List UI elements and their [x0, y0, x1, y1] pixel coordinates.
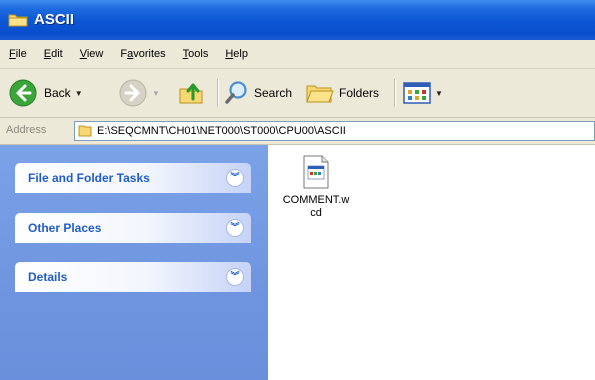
folder-icon — [8, 14, 28, 27]
search-button[interactable]: Search — [224, 80, 292, 106]
back-label: Back — [44, 86, 71, 100]
views-button[interactable]: ▼ — [403, 81, 443, 105]
panel-title: Details — [28, 270, 68, 284]
menu-tools[interactable]: Tools — [174, 48, 217, 60]
toolbar-separator — [217, 79, 219, 107]
toolbar: Back ▼ ▼ Search Folders ▼ — [0, 69, 595, 118]
menu-file[interactable]: File — [0, 48, 35, 60]
address-field[interactable]: E:\SEQCMNT\CH01\NET000\ST000\CPU00\ASCII — [74, 121, 595, 141]
folder-icon — [78, 125, 92, 137]
menu-view[interactable]: View — [71, 48, 112, 60]
forward-button[interactable]: ▼ — [118, 78, 160, 108]
panel-title: Other Places — [28, 221, 102, 235]
menu-favorites[interactable]: Favorites — [111, 48, 173, 60]
chevron-down-icon[interactable]: ︾ — [226, 219, 244, 237]
views-icon — [403, 82, 431, 104]
task-pane: File and Folder Tasks ︾ Other Places ︾ D… — [0, 145, 268, 380]
menu-help[interactable]: Help — [216, 48, 256, 60]
views-dropdown-icon[interactable]: ▼ — [435, 89, 443, 98]
forward-arrow-icon — [119, 79, 147, 107]
search-icon — [225, 81, 247, 104]
chevron-down-icon[interactable]: ︾ — [226, 169, 244, 187]
panel-other-places[interactable]: Other Places ︾ — [15, 213, 251, 243]
file-name: COMMENT.wcd — [282, 194, 350, 219]
title-bar[interactable]: ASCII — [0, 0, 595, 40]
search-label: Search — [254, 86, 293, 100]
folders-label: Folders — [339, 86, 380, 100]
toolbar-separator — [394, 79, 396, 107]
menu-edit[interactable]: Edit — [35, 48, 71, 60]
address-bar: Address E:\SEQCMNT\CH01\NET000\ST000\CPU… — [0, 118, 595, 145]
folders-button[interactable]: Folders — [305, 80, 379, 106]
window-title: ASCII — [34, 11, 75, 28]
panel-title: File and Folder Tasks — [28, 171, 150, 185]
panel-details[interactable]: Details ︾ — [15, 262, 251, 292]
chevron-down-icon[interactable]: ︾ — [226, 268, 244, 286]
menu-bar: File Edit View Favorites Tools Help — [0, 40, 595, 69]
file-list[interactable]: COMMENT.wcd — [268, 145, 595, 380]
forward-dropdown-icon[interactable]: ▼ — [152, 89, 160, 98]
back-dropdown-icon[interactable]: ▼ — [75, 89, 83, 98]
up-folder-icon — [179, 83, 203, 104]
address-path: E:\SEQCMNT\CH01\NET000\ST000\CPU00\ASCII — [97, 125, 346, 137]
back-arrow-icon — [9, 79, 37, 107]
file-item[interactable]: COMMENT.wcd — [268, 155, 364, 220]
address-label: Address — [6, 124, 47, 136]
panel-file-and-folder-tasks[interactable]: File and Folder Tasks ︾ — [15, 163, 251, 193]
folders-icon — [306, 85, 334, 103]
back-button[interactable]: Back ▼ — [8, 78, 83, 108]
document-icon — [303, 155, 329, 189]
up-folder-button[interactable] — [178, 79, 206, 107]
